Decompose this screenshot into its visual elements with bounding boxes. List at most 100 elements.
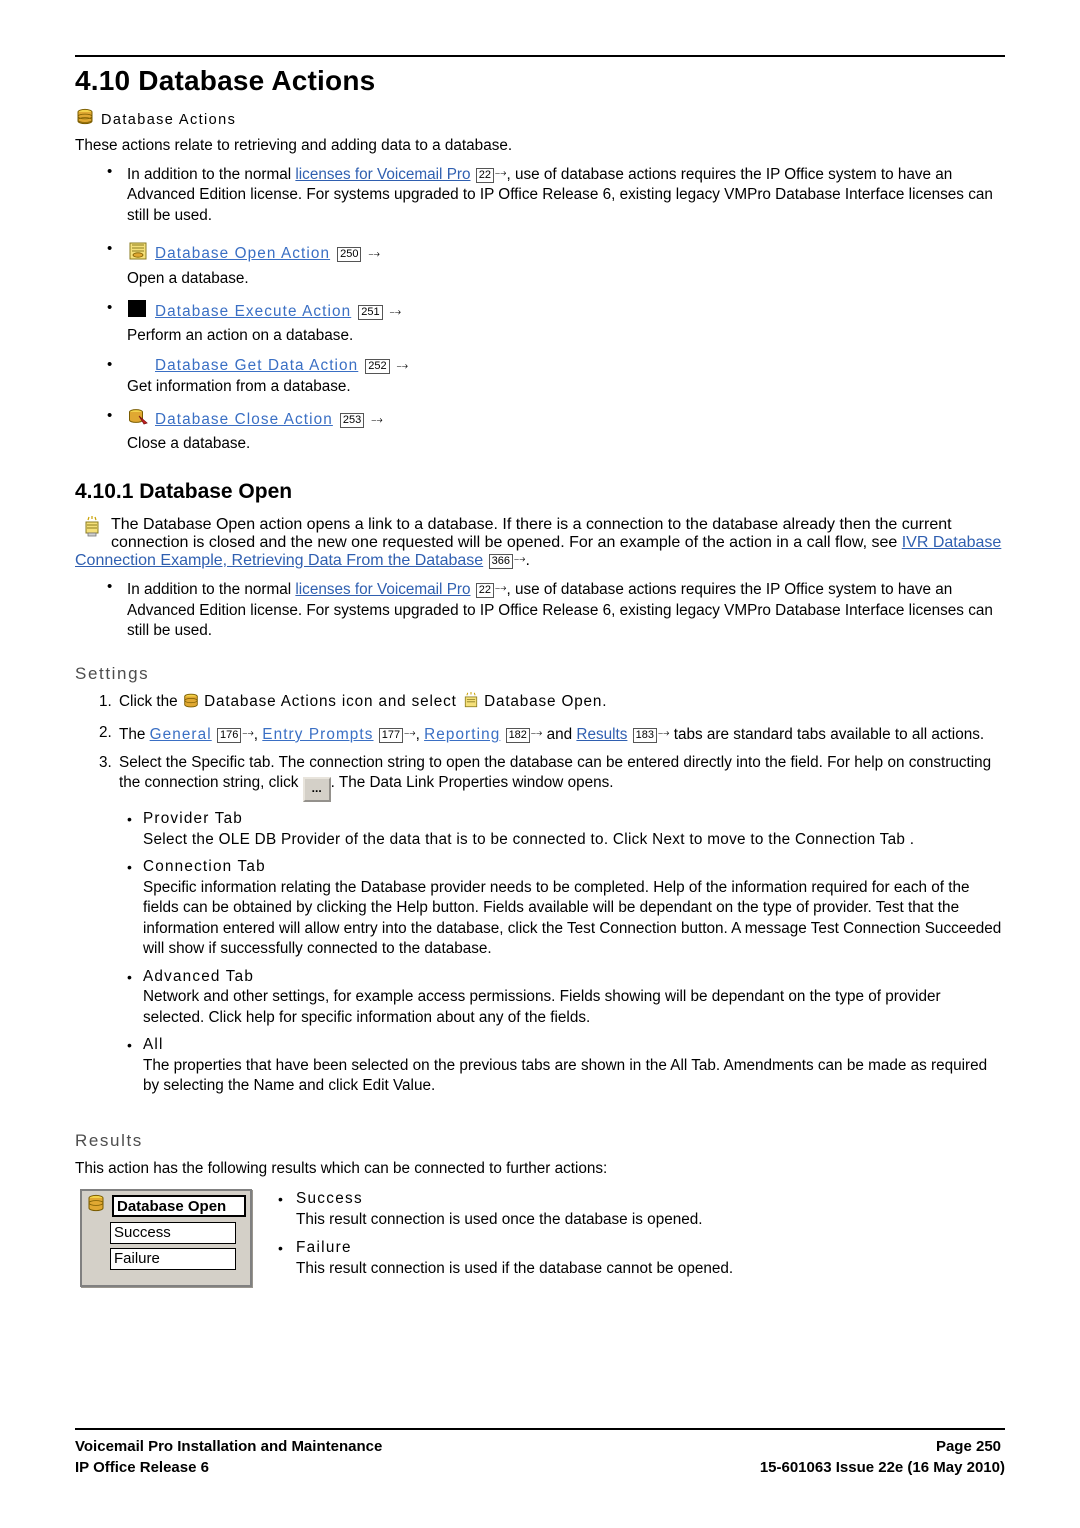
page-ref-tail: ⤍: [371, 414, 383, 426]
entry-prompts-tab-link[interactable]: Entry Prompts: [262, 726, 373, 743]
page-ref-tail: ⤍: [495, 166, 507, 179]
results-tab-link[interactable]: Results: [576, 726, 627, 743]
footer-line-top: Voicemail Pro Installation and Maintenan…: [75, 1436, 1005, 1457]
db-open-body-post: .: [525, 552, 530, 569]
results-list: Success This result connection is used o…: [272, 1189, 1005, 1287]
screenshot-result-success: Success: [110, 1222, 236, 1244]
ellipsis-button[interactable]: ...: [302, 777, 331, 802]
results-intro: This action has the following results wh…: [75, 1159, 608, 1177]
page-ref-tail: ⤍: [658, 727, 670, 739]
database-open-node-icon: [86, 1193, 108, 1220]
results-heading: Results: [75, 1130, 143, 1150]
footer-page-number: Page 250: [935, 1438, 1001, 1455]
database-open-action-link[interactable]: Database Open Action: [155, 244, 330, 265]
footer-doc-title: Voicemail Pro Installation and Maintenan…: [75, 1438, 383, 1455]
list-item: Failure This result connection is used i…: [272, 1238, 1005, 1279]
connection-tab-title: Connection Tab: [143, 858, 266, 875]
page-ref: 253: [339, 412, 365, 428]
page-ref: 176: [216, 728, 242, 743]
step-3: Select the Specific tab. The connection …: [75, 753, 1005, 802]
database-close-action-link[interactable]: Database Close Action: [155, 410, 333, 431]
step1-pre: Click the: [119, 692, 182, 710]
database-open-description: The Database Open action opens a link to…: [75, 516, 1005, 570]
footer-release: IP Office Release 6: [75, 1459, 209, 1476]
database-getdata-row: Database Get Data Action 252 ⤍: [127, 356, 1005, 377]
step2-pre: The: [119, 726, 150, 743]
screenshot-result-failure: Failure: [110, 1248, 236, 1270]
database-open-row: Database Open Action 250 ⤍: [127, 240, 1005, 269]
top-divider: [75, 55, 1005, 57]
page-content: 4.10 Database Actions Database Actions T…: [75, 55, 1005, 1287]
connection-tab-desc: Specific information relating the Databa…: [143, 878, 1002, 958]
page-ref: 251: [358, 304, 383, 320]
settings-steps: Click the Database Actions icon and sele…: [75, 691, 1005, 802]
list-item: Database Open Action 250 ⤍ Open a databas…: [75, 239, 1005, 289]
result-success-title: Success: [296, 1190, 363, 1207]
page-ref: 177: [378, 728, 404, 743]
step-1: Click the Database Actions icon and sele…: [75, 691, 1005, 717]
step-2: The General 176 ⤍, Entry Prompts 177 ⤍, Re…: [75, 723, 1005, 746]
license-pre: In addition to the normal: [127, 165, 296, 183]
screenshot-footer-strip: [86, 1270, 246, 1277]
database-open-node-screenshot: Database Open Success Failure: [80, 1189, 252, 1287]
license-pre: In addition to the normal: [127, 581, 296, 598]
license-bullet-list: In addition to the normal licenses for V…: [75, 162, 1005, 227]
list-item: Database Execute Action 251 ⤍ Perform an …: [75, 298, 1005, 346]
database-open-desc: Open a database.: [127, 269, 249, 287]
action-list: Database Open Action 250 ⤍ Open a databas…: [75, 239, 1005, 454]
license-bullet: In addition to the normal licenses for V…: [75, 162, 1005, 227]
step1-post: Database Open.: [484, 692, 608, 710]
page-ref-tail: ⤍: [396, 360, 409, 372]
screenshot-node-title: Database Open: [112, 1195, 246, 1217]
screenshot-title-row: Database Open: [86, 1194, 246, 1218]
page-ref: 22: [475, 583, 495, 598]
database-actions-caption-row: Database Actions: [75, 107, 1005, 132]
database-execute-action-link[interactable]: Database Execute Action: [155, 302, 351, 323]
page-ref-tail: ⤍: [389, 306, 402, 318]
page-ref-tail: ⤍: [530, 727, 543, 739]
datalink-tabs-list: Provider Tab Select the OLE DB Provider …: [75, 809, 1005, 1097]
all-tab-title: All: [143, 1036, 164, 1053]
database-getdata-icon: [127, 356, 149, 376]
result-success-desc: This result connection is used once the …: [296, 1210, 703, 1228]
sep3: and: [542, 726, 577, 743]
page-ref: 22: [475, 167, 495, 183]
page-ref-tail: ⤍: [368, 248, 380, 260]
licenses-for-voicemail-pro-link[interactable]: licenses for Voicemail Pro: [295, 166, 470, 183]
list-item: All The properties that have been select…: [75, 1035, 1005, 1097]
page-ref-tail: ⤍: [242, 727, 254, 739]
page-ref: 250: [337, 246, 362, 262]
lightbulb-icon: [81, 516, 103, 545]
database-actions-inline-icon: [182, 692, 200, 717]
licenses-for-voicemail-pro-link[interactable]: licenses for Voicemail Pro: [295, 581, 470, 598]
list-item: Database Get Data Action 252 ⤍ Get inform…: [75, 355, 1005, 397]
general-tab-link[interactable]: General: [150, 726, 212, 743]
footer-divider: [75, 1428, 1005, 1430]
license-bullet-list-2: In addition to the normal licenses for V…: [75, 577, 1005, 642]
result-failure-desc: This result connection is used if the da…: [296, 1259, 734, 1277]
page-ref: 366: [488, 554, 514, 569]
database-execute-row: Database Execute Action 251 ⤍: [127, 299, 1005, 326]
database-get-data-action-link[interactable]: Database Get Data Action: [155, 356, 358, 377]
reporting-tab-link[interactable]: Reporting: [424, 726, 500, 743]
intro-paragraph: These actions relate to retrieving and a…: [75, 137, 513, 154]
document-page: 4.10 Database Actions Database Actions T…: [0, 0, 1080, 1528]
database-close-icon: [127, 407, 149, 434]
page-footer: Voicemail Pro Installation and Maintenan…: [75, 1428, 1005, 1478]
page-ref-tail: ⤍: [514, 553, 526, 565]
database-actions-caption: Database Actions: [101, 111, 237, 128]
advanced-tab-title: Advanced Tab: [143, 967, 255, 985]
footer-issue: 15-601063 Issue 22e (16 May 2010): [759, 1459, 1005, 1476]
page-ref-tail: ⤍: [404, 727, 416, 739]
database-close-row: Database Close Action 253 ⤍: [127, 407, 1005, 434]
section-title-database-open: 4.10.1 Database Open: [75, 480, 293, 503]
database-getdata-desc: Get information from a database.: [127, 377, 351, 395]
list-item: Connection Tab Specific information rela…: [75, 857, 1005, 960]
list-item: Advanced Tab Network and other settings,…: [75, 967, 1005, 1029]
advanced-tab-desc: Network and other settings, for example …: [143, 988, 941, 1026]
database-close-desc: Close a database.: [127, 434, 251, 452]
step3-post: . The Data Link Properties window opens.: [330, 774, 614, 791]
page-ref: 183: [632, 728, 658, 743]
page-ref-tail: ⤍: [495, 582, 507, 594]
provider-tab-title: Provider Tab: [143, 810, 243, 827]
